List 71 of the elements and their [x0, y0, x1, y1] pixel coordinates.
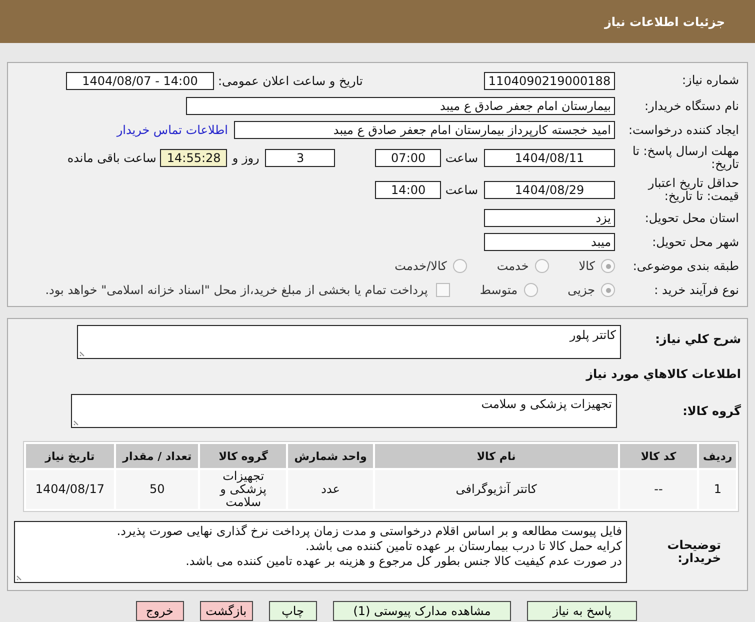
radio-button[interactable]: [524, 283, 538, 297]
field-label: استان محل تحویل:: [644, 212, 739, 224]
note-line: فایل پیوست مطالعه و بر اساس اقلام درخواستی و مدت زمان پرداخت نرخ گذاری نهایی صورت پذیرد.: [116, 524, 622, 539]
time-label: ساعت: [445, 151, 478, 165]
field-label: مهلت ارسال پاسخ: تا تاریخ:: [631, 145, 739, 171]
action-button[interactable]: پاسخ به نیاز: [527, 601, 637, 621]
column-header: کد کالا: [620, 444, 698, 468]
days-field: 3: [265, 149, 336, 167]
table-cell: 1404/08/17: [26, 470, 114, 509]
table-cell: تجهیزات پزشکی و سلامت: [200, 470, 286, 509]
field-label: شماره نیاز:: [681, 74, 739, 87]
field-label: شهر محل تحویل:: [651, 236, 739, 248]
option-label: کالا/خدمت: [394, 259, 447, 273]
section-title: اطلاعات کالاهاي مورد نياز: [584, 368, 741, 380]
table-cell: --: [620, 470, 698, 509]
time-label: ساعت: [445, 183, 478, 197]
option-label: متوسط: [480, 283, 518, 297]
exit-button[interactable]: خروج: [136, 601, 184, 621]
field-label: نام دستگاه خریدار:: [644, 100, 739, 112]
goods-group-field: تجهیزات پزشکی و سلامت: [71, 394, 617, 428]
radio-button[interactable]: [601, 259, 615, 273]
validity-time-field: 14:00: [375, 181, 442, 199]
radio-button[interactable]: [534, 259, 549, 273]
option-label: کالا: [578, 259, 595, 273]
field-label: نوع فرآیند خرید :: [653, 284, 739, 296]
column-header: ردیف: [699, 444, 736, 468]
column-header: گروه کالا: [200, 444, 286, 468]
note-line: کرایه حمل کالا تا درب بیمارستان بر عهده تامین کننده می باشد.: [304, 539, 622, 554]
field-label: طبقه بندی موضوعی:: [632, 260, 739, 272]
table-cell: 50: [116, 470, 198, 509]
column-header: تاریخ نیاز: [26, 444, 114, 468]
deadline-date-field: 1404/08/11: [484, 149, 615, 167]
deadline-time-field: 07:00: [375, 149, 442, 167]
column-header: تعداد / مقدار: [116, 444, 198, 468]
table-cell: 1: [699, 470, 736, 509]
announce-date-field: 1404/08/07 - 14:00: [66, 72, 214, 90]
remaining-time-field: 14:55:28: [160, 149, 228, 167]
resize-grip-icon[interactable]: [16, 573, 24, 581]
validity-date-field: 1404/08/29: [484, 181, 615, 199]
checkbox-label: پرداخت تمام یا بخشی از مبلغ خرید،از محل "اسناد خزانه اسلامی" خواهد بود.: [45, 283, 428, 297]
field-label: گروه کالا:: [682, 404, 741, 418]
option-label: جزیی: [568, 283, 595, 297]
table-cell: کاتتر آنژیوگرافی: [374, 470, 618, 509]
resize-grip-icon[interactable]: [79, 349, 87, 357]
page-title: جزئیات اطلاعات نیاز: [604, 14, 725, 28]
option-label: خدمت: [496, 259, 529, 273]
remaining-label: ساعت باقی مانده: [67, 151, 156, 165]
resize-grip-icon[interactable]: [73, 418, 81, 426]
field-label: تاریخ و ساعت اعلان عمومی:: [218, 74, 363, 88]
column-header: واحد شمارش: [288, 444, 373, 468]
field-label: ایجاد کننده درخواست:: [627, 124, 739, 136]
buyer-name-field: بیمارستان امام جعفر صادق ع میبد: [186, 97, 615, 115]
table-cell: عدد: [288, 470, 373, 509]
action-button[interactable]: چاپ: [268, 601, 317, 621]
field-label: حداقل تاریخ اعتبار قیمت: تا تاریخ:: [646, 177, 739, 203]
description-field: کاتتر پلور: [77, 325, 621, 359]
field-label: توضیحات خریدار:: [666, 539, 722, 565]
radio-button[interactable]: [601, 283, 615, 297]
contact-link[interactable]: اطلاعات تماس خریدار: [116, 123, 228, 137]
days-label: روز و: [232, 151, 260, 165]
need-number-field: 1104090219000188: [484, 72, 615, 90]
city-field: میبد: [484, 233, 615, 251]
checkbox[interactable]: [436, 283, 450, 297]
note-line: در صورت عدم کیفیت کالا جنس بطور کل مرجوع و هزینه بر عهده تامین کننده می باشد.: [184, 554, 622, 569]
creator-field: امید خجسته کارپرداز بیمارستان امام جعفر صادق ع میبد: [234, 121, 615, 139]
column-header: نام کالا: [374, 444, 618, 468]
action-button[interactable]: مشاهده مدارک پیوستی (1): [333, 601, 511, 621]
radio-button[interactable]: [452, 259, 467, 273]
province-field: یزد: [484, 209, 615, 227]
exit-button[interactable]: بازگشت: [200, 601, 253, 621]
field-label: شرح کلي نياز:: [654, 331, 741, 346]
